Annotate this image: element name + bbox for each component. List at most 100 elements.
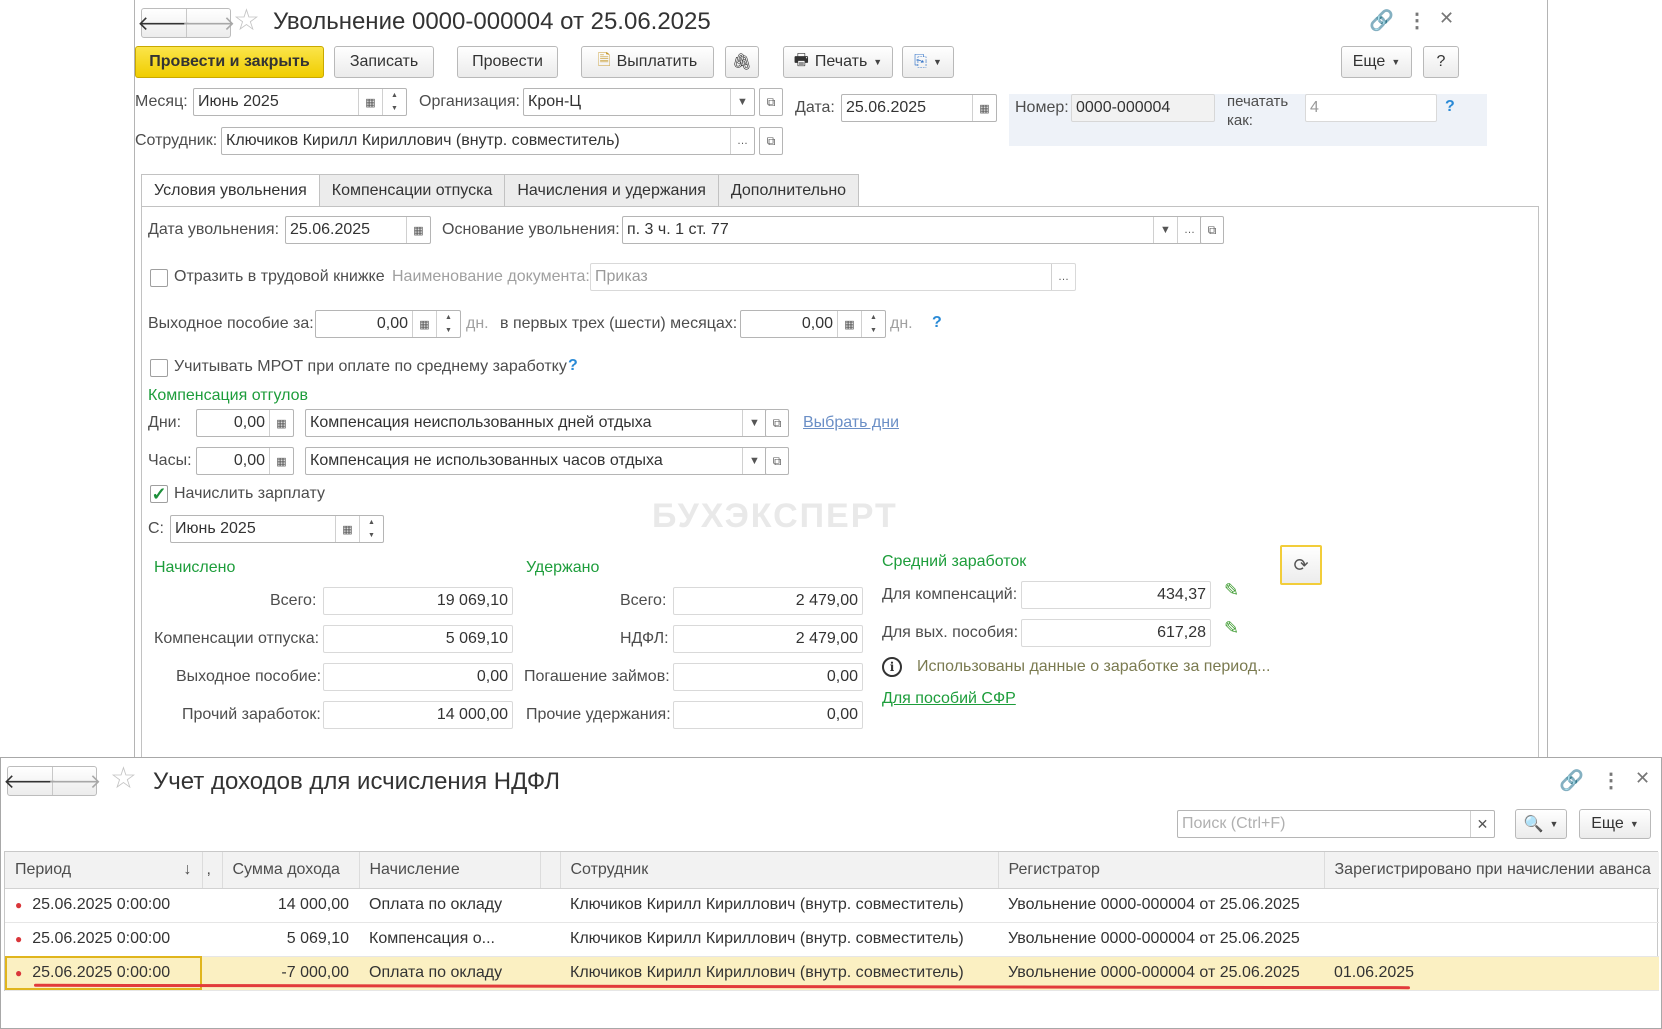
calendar-icon[interactable]: ▦ bbox=[335, 516, 359, 542]
forward-arrow-icon[interactable]: 🡒 bbox=[182, 9, 235, 37]
pencil-icon[interactable]: ✎ bbox=[1224, 580, 1239, 601]
advance-cell[interactable] bbox=[1324, 922, 1659, 957]
open-icon[interactable]: ⧉ bbox=[759, 88, 783, 116]
advance-cell[interactable]: 01.06.2025 bbox=[1324, 956, 1659, 991]
col-employee[interactable]: Сотрудник bbox=[560, 852, 999, 889]
workbook-checkbox[interactable] bbox=[150, 269, 168, 287]
calendar-icon[interactable]: ▦ bbox=[972, 95, 996, 121]
select-icon[interactable]: … bbox=[1051, 264, 1075, 290]
registrar-cell[interactable]: Увольнение 0000-000004 от 25.06.2025 bbox=[998, 922, 1324, 957]
post-and-close-button[interactable]: Провести и закрыть bbox=[135, 46, 324, 78]
calendar-icon[interactable]: ▦ bbox=[358, 89, 382, 115]
col-separator[interactable]: , bbox=[202, 852, 223, 889]
help-button[interactable]: ? bbox=[1423, 46, 1459, 78]
basis-field[interactable]: п. 3 ч. 1 ст. 77 ▼ … bbox=[622, 216, 1202, 244]
more-button[interactable]: Еще ▼ bbox=[1341, 46, 1412, 78]
date-field[interactable]: 25.06.2025 ▦ bbox=[841, 94, 997, 122]
spin-icon[interactable]: ▲ ▼ bbox=[436, 311, 460, 337]
star-icon[interactable]: ☆ bbox=[233, 6, 260, 36]
calculator-icon[interactable]: ▦ bbox=[412, 311, 436, 337]
table-row[interactable]: ● 25.06.2025 0:00:00 14 000,00 Оплата по … bbox=[5, 888, 1659, 923]
tab-vacation-compensation[interactable]: Компенсации отпуска bbox=[318, 174, 506, 206]
registrar-cell[interactable]: Увольнение 0000-000004 от 25.06.2025 bbox=[998, 888, 1324, 923]
forward-arrow-icon[interactable]: 🡒 bbox=[48, 767, 101, 795]
search-input[interactable]: Поиск (Ctrl+F) ✕ bbox=[1177, 810, 1495, 838]
help-icon[interactable]: ? bbox=[1445, 98, 1455, 116]
amount-cell[interactable]: 5 069,10 bbox=[222, 922, 359, 957]
calendar-icon[interactable]: ▦ bbox=[406, 217, 430, 243]
earnings-info-text[interactable]: Использованы данные о заработке за перио… bbox=[917, 658, 1270, 676]
help-icon[interactable]: ? bbox=[932, 314, 942, 332]
dropdown-icon[interactable]: ▼ bbox=[742, 448, 766, 474]
spin-icon[interactable]: ▲ ▼ bbox=[359, 516, 383, 542]
sfr-benefits-link[interactable]: Для пособий СФР bbox=[882, 690, 1016, 708]
month-field[interactable]: Июнь 2025 ▦ ▲ ▼ bbox=[193, 88, 407, 116]
choose-days-link[interactable]: Выбрать дни bbox=[803, 414, 899, 432]
open-icon[interactable]: ⧉ bbox=[765, 409, 789, 437]
calculator-icon[interactable]: ▦ bbox=[269, 448, 293, 474]
period-cell[interactable]: ● 25.06.2025 0:00:00 bbox=[5, 888, 202, 923]
close-icon[interactable]: ✕ bbox=[1635, 768, 1650, 789]
star-icon[interactable]: ☆ bbox=[110, 764, 137, 794]
more-vertical-icon[interactable]: ⋮ bbox=[1601, 768, 1621, 793]
number-field[interactable]: 0000-000004 bbox=[1071, 94, 1215, 122]
more-vertical-icon[interactable]: ⋮ bbox=[1407, 8, 1427, 33]
days-type-field[interactable]: Компенсация неиспользованных дней отдыха… bbox=[305, 409, 767, 437]
tab-additional[interactable]: Дополнительно bbox=[717, 174, 860, 206]
pay-button[interactable]: 🗎 Выплатить bbox=[581, 46, 714, 78]
calculator-icon[interactable]: ▦ bbox=[837, 311, 861, 337]
table-row[interactable]: ● 25.06.2025 0:00:00 5 069,10 Компенсация… bbox=[5, 922, 1659, 957]
accrue-salary-checkbox[interactable]: ✓ bbox=[150, 484, 168, 504]
accrual-cell[interactable]: Оплата по окладу bbox=[359, 888, 540, 923]
open-icon[interactable]: ⧉ bbox=[1200, 216, 1224, 244]
paperclip-icon[interactable]: 🖇 bbox=[725, 46, 759, 78]
days-field[interactable]: 0,00 ▦ bbox=[196, 409, 294, 437]
advance-cell[interactable] bbox=[1324, 888, 1659, 923]
back-arrow-icon[interactable]: 🡐 bbox=[137, 9, 191, 37]
tab-dismissal-conditions[interactable]: Условия увольнения bbox=[141, 174, 320, 207]
col-blank[interactable] bbox=[540, 852, 561, 889]
severance-field[interactable]: 0,00 ▦ ▲ ▼ bbox=[315, 310, 461, 338]
save-button[interactable]: Записать bbox=[334, 46, 434, 78]
search-button[interactable]: 🔍 ▼ bbox=[1515, 809, 1567, 839]
from-month-field[interactable]: Июнь 2025 ▦ ▲ ▼ bbox=[170, 515, 384, 543]
employee-cell[interactable]: Ключиков Кирилл Кириллович (внутр. совме… bbox=[560, 888, 998, 923]
first-months-field[interactable]: 0,00 ▦ ▲ ▼ bbox=[740, 310, 886, 338]
dropdown-icon[interactable]: ▼ bbox=[730, 89, 754, 115]
refresh-icon[interactable]: ⟳ bbox=[1280, 545, 1322, 585]
col-period[interactable]: Период ↓ bbox=[5, 852, 203, 889]
dismissal-date-field[interactable]: 25.06.2025 ▦ bbox=[285, 216, 431, 244]
amount-cell[interactable]: 14 000,00 bbox=[222, 888, 359, 923]
spin-icon[interactable]: ▲ ▼ bbox=[861, 311, 885, 337]
col-registrar[interactable]: Регистратор bbox=[998, 852, 1325, 889]
period-cell[interactable]: ● 25.06.2025 0:00:00 bbox=[5, 922, 202, 957]
link-icon[interactable]: 🔗 bbox=[1369, 8, 1394, 33]
link-icon[interactable]: 🔗 bbox=[1559, 768, 1584, 793]
accrual-cell[interactable]: Компенсация о... bbox=[359, 922, 540, 957]
clear-icon[interactable]: ✕ bbox=[1470, 811, 1494, 837]
back-arrow-icon[interactable]: 🡐 bbox=[3, 767, 57, 795]
spin-icon[interactable]: ▲ ▼ bbox=[382, 89, 406, 115]
dropdown-icon[interactable]: ▼ bbox=[742, 410, 766, 436]
create-based-on-button[interactable]: ⎘ ▼ bbox=[902, 46, 954, 78]
employee-field[interactable]: Ключиков Кирилл Кириллович (внутр. совме… bbox=[221, 127, 755, 155]
col-amount[interactable]: Сумма дохода bbox=[222, 852, 360, 889]
organization-field[interactable]: Крон-Ц ▼ bbox=[523, 88, 755, 116]
calculator-icon[interactable]: ▦ bbox=[269, 410, 293, 436]
hours-type-field[interactable]: Компенсация не использованных часов отды… bbox=[305, 447, 767, 475]
mrot-checkbox[interactable] bbox=[150, 359, 168, 377]
tab-accruals-deductions[interactable]: Начисления и удержания bbox=[504, 174, 719, 206]
post-button[interactable]: Провести bbox=[457, 46, 558, 78]
pencil-icon[interactable]: ✎ bbox=[1224, 618, 1239, 639]
more-button[interactable]: Еще ▼ bbox=[1579, 809, 1651, 839]
hours-field[interactable]: 0,00 ▦ bbox=[196, 447, 294, 475]
close-icon[interactable]: ✕ bbox=[1439, 8, 1454, 29]
select-icon[interactable]: … bbox=[730, 128, 754, 154]
col-advance[interactable]: Зарегистрировано при начислении аванса bbox=[1324, 852, 1659, 889]
open-icon[interactable]: ⧉ bbox=[759, 127, 783, 155]
dropdown-icon[interactable]: ▼ bbox=[1153, 217, 1177, 243]
col-accrual[interactable]: Начисление bbox=[359, 852, 541, 889]
doc-name-field[interactable]: Приказ … bbox=[590, 263, 1076, 291]
print-button[interactable]: 🖶 Печать ▼ bbox=[783, 46, 893, 78]
select-icon[interactable]: … bbox=[1177, 217, 1201, 243]
